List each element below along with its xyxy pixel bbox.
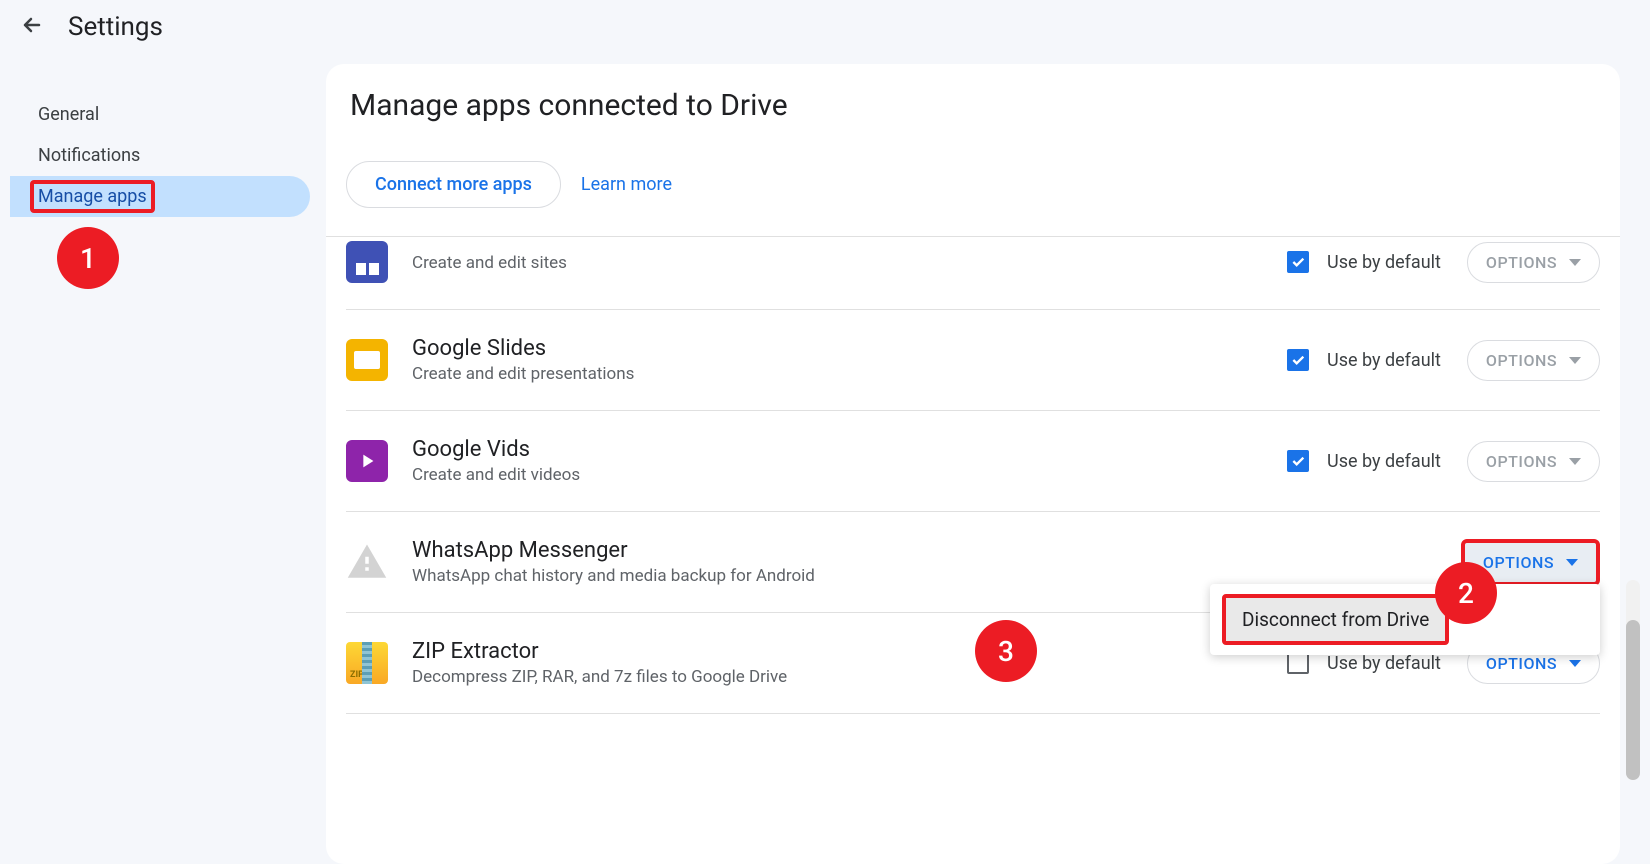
zip-icon (346, 642, 388, 684)
use-by-default-checkbox[interactable] (1287, 652, 1309, 674)
vids-icon (346, 440, 388, 482)
use-by-default-label: Use by default (1327, 653, 1441, 674)
use-by-default-checkbox[interactable] (1287, 450, 1309, 472)
options-label: OPTIONS (1486, 452, 1557, 471)
app-name: ZIP Extractor (412, 639, 1287, 664)
app-row-whatsapp: WhatsApp Messenger WhatsApp chat history… (346, 512, 1600, 613)
app-name: Google Vids (412, 437, 1287, 462)
chevron-down-icon (1569, 357, 1581, 364)
sites-icon (346, 241, 388, 283)
sidebar: General Notifications Manage apps (0, 54, 316, 864)
chevron-down-icon (1569, 259, 1581, 266)
sidebar-item-notifications[interactable]: Notifications (10, 135, 310, 176)
options-button[interactable]: OPTIONS (1467, 242, 1600, 283)
options-label: OPTIONS (1483, 553, 1554, 572)
scrollbar[interactable] (1626, 580, 1640, 780)
options-label: OPTIONS (1486, 351, 1557, 370)
app-row-sites: Google Sites Create and edit sites Use b… (346, 237, 1600, 310)
sidebar-item-manage-apps[interactable]: Manage apps (10, 176, 310, 217)
app-row-slides: Google Slides Create and edit presentati… (346, 310, 1600, 411)
options-label: OPTIONS (1486, 654, 1557, 673)
app-row-vids: Google Vids Create and edit videos Use b… (346, 411, 1600, 512)
use-by-default-checkbox[interactable] (1287, 251, 1309, 273)
app-name: Google Slides (412, 336, 1287, 361)
app-desc: Decompress ZIP, RAR, and 7z files to Goo… (412, 667, 1287, 687)
options-button[interactable]: OPTIONS (1467, 340, 1600, 381)
main-title: Manage apps connected to Drive (350, 88, 1600, 123)
chevron-down-icon (1569, 660, 1581, 667)
use-by-default-label: Use by default (1327, 350, 1441, 371)
options-dropdown: Disconnect from Drive (1210, 584, 1600, 655)
callout-badge-2: 2 (1435, 562, 1497, 624)
use-by-default-checkbox[interactable] (1287, 349, 1309, 371)
slides-icon (346, 339, 388, 381)
back-arrow-icon[interactable] (20, 13, 44, 41)
callout-badge-1: 1 (57, 227, 119, 289)
scrollbar-thumb[interactable] (1626, 620, 1640, 780)
app-name: Google Sites (412, 240, 1287, 250)
chevron-down-icon (1566, 559, 1578, 566)
callout-badge-3: 3 (975, 620, 1037, 682)
sidebar-item-general[interactable]: General (10, 94, 310, 135)
connect-more-apps-button[interactable]: Connect more apps (346, 161, 561, 208)
page-title: Settings (68, 12, 163, 42)
app-name: WhatsApp Messenger (412, 538, 1281, 563)
use-by-default-label: Use by default (1327, 252, 1441, 273)
disconnect-from-drive-item[interactable]: Disconnect from Drive (1222, 594, 1449, 645)
main-panel: Manage apps connected to Drive Connect m… (326, 64, 1620, 864)
app-desc: Create and edit sites (412, 253, 1287, 273)
app-desc: Create and edit videos (412, 465, 1287, 485)
learn-more-link[interactable]: Learn more (581, 174, 672, 195)
options-label: OPTIONS (1486, 253, 1557, 272)
app-desc: Create and edit presentations (412, 364, 1287, 384)
sidebar-item-label: Manage apps (30, 180, 155, 213)
use-by-default-label: Use by default (1327, 451, 1441, 472)
options-button[interactable]: OPTIONS (1467, 441, 1600, 482)
app-desc: WhatsApp chat history and media backup f… (412, 566, 1281, 586)
warning-icon (346, 541, 388, 583)
chevron-down-icon (1569, 458, 1581, 465)
